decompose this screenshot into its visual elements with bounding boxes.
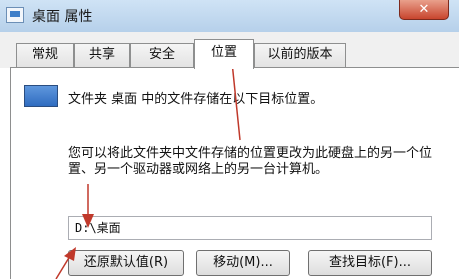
close-button[interactable]: ✕ [399, 0, 449, 20]
location-description: 您可以将此文件夹中文件存储的位置更改为此硬盘上的另一个位置、另一个驱动器或网络上… [68, 146, 433, 177]
path-input[interactable]: D:\桌面 [68, 216, 432, 240]
restore-default-button[interactable]: 还原默认值(R) [68, 250, 184, 276]
tab-general[interactable]: 常规 [16, 43, 74, 67]
tab-location[interactable]: 位置 [194, 39, 254, 69]
tab-sharing[interactable]: 共享 [74, 43, 130, 67]
title-bar: 桌面 属性 ✕ [0, 0, 459, 33]
tab-strip: 常规 共享 安全 位置 以前的版本 [0, 32, 459, 69]
tab-previous-versions[interactable]: 以前的版本 [254, 43, 346, 67]
find-target-button[interactable]: 查找目标(F)... [308, 250, 432, 276]
location-info-text: 文件夹 桌面 中的文件存储在以下目标位置。 [68, 92, 324, 107]
move-button[interactable]: 移动(M)... [196, 250, 290, 276]
tab-security[interactable]: 安全 [130, 43, 194, 67]
folder-icon [24, 85, 58, 107]
window-title: 桌面 属性 [32, 9, 93, 25]
window-folder-icon [6, 7, 24, 23]
